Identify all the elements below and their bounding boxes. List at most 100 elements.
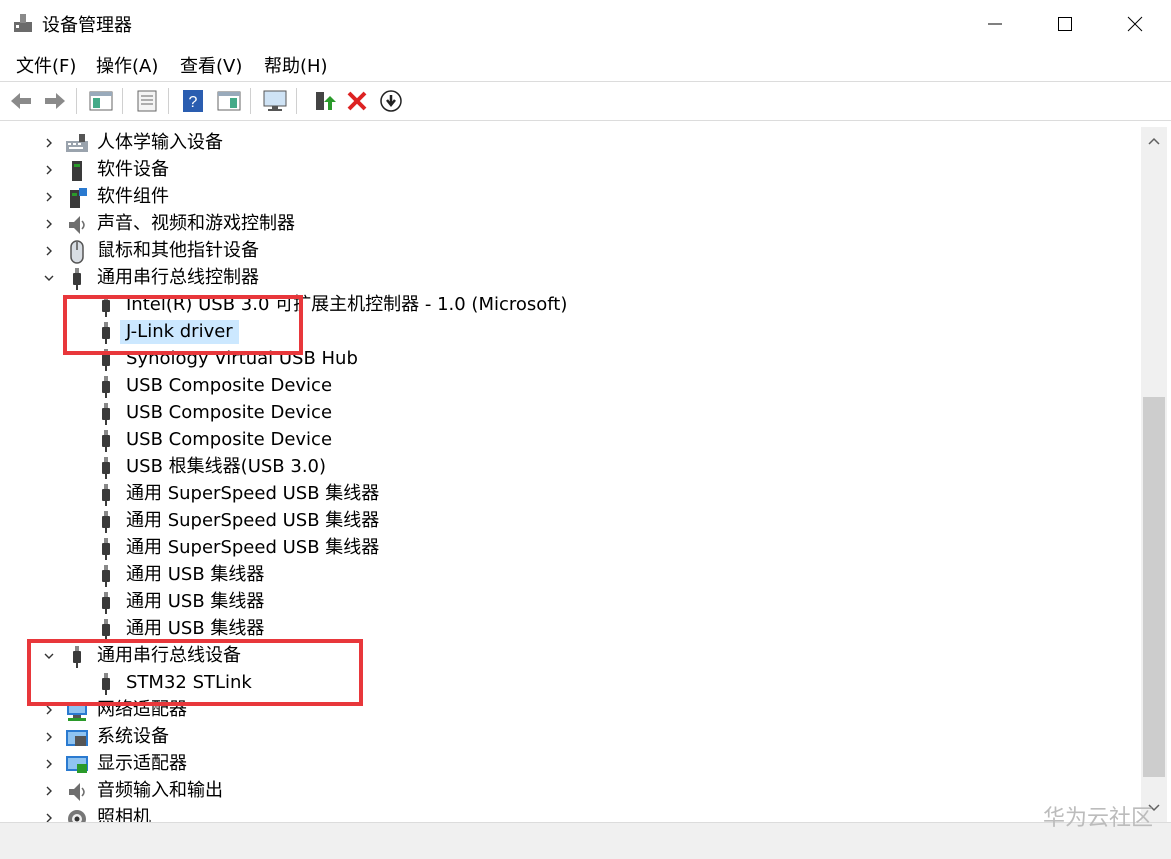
update-driver-icon (316, 92, 336, 110)
forward-arrow-icon (45, 93, 65, 109)
maximize-button[interactable] (1030, 0, 1100, 48)
device-tree: 人体学输入设备 软件设备软件组件 声音、视频和游戏控制器 鼠标和其他指针设备 通用串行总… (0, 127, 1140, 822)
menu-file[interactable]: 文件(F) (16, 52, 76, 78)
tree-category[interactable]: 通用串行总线控制器 (0, 265, 1140, 292)
tree-item-label: 通用串行总线控制器 (97, 267, 259, 288)
highlight-box-jlink (63, 295, 303, 355)
minimize-button[interactable] (960, 0, 1030, 48)
menu-help[interactable]: 帮助(H) (264, 52, 328, 78)
usb-icon (94, 537, 118, 561)
tree-device[interactable]: USB Composite Device (0, 373, 1140, 400)
software-component-icon (65, 186, 89, 210)
tree-device[interactable]: USB 根集线器(USB 3.0) (0, 454, 1140, 481)
toolbar-separator (122, 88, 123, 114)
view-icon (217, 91, 241, 111)
tree-item-label: 人体学输入设备 (97, 132, 223, 153)
scroll-up-icon (1148, 137, 1160, 145)
chevron-right-icon[interactable] (43, 758, 55, 770)
chevron-down-icon[interactable] (43, 272, 55, 284)
tree-item-label: 通用 USB 集线器 (126, 591, 265, 612)
chevron-right-icon[interactable] (43, 731, 55, 743)
status-bar (0, 822, 1171, 859)
toolbar-separator (250, 88, 251, 114)
tree-item-label: 通用 USB 集线器 (126, 564, 265, 585)
minimize-icon (988, 23, 1002, 25)
uninstall-icon (347, 91, 367, 111)
scroll-thumb[interactable] (1143, 397, 1165, 777)
menu-action[interactable]: 操作(A) (96, 52, 158, 78)
view-button[interactable] (216, 88, 242, 114)
toolbar-separator (168, 88, 169, 114)
back-button[interactable] (8, 88, 34, 114)
toolbar: ? (0, 81, 1171, 121)
disable-button[interactable] (378, 88, 404, 114)
tree-category[interactable]: 系统设备 (0, 724, 1140, 751)
chevron-right-icon[interactable] (43, 218, 55, 230)
tree-device[interactable]: 通用 USB 集线器 (0, 562, 1140, 589)
usb-icon (94, 429, 118, 453)
usb-icon (94, 375, 118, 399)
tree-item-label: USB Composite Device (126, 402, 333, 423)
chevron-right-icon[interactable] (43, 137, 55, 149)
tree-item-label: 通用 USB 集线器 (126, 618, 265, 639)
mouse-icon (65, 240, 89, 264)
display-icon (65, 753, 89, 777)
tree-category[interactable]: 软件组件 (0, 184, 1140, 211)
tree-category[interactable]: 软件设备 (0, 157, 1140, 184)
maximize-icon (1058, 17, 1072, 31)
close-button[interactable] (1100, 0, 1170, 48)
tree-item-label: 通用 SuperSpeed USB 集线器 (126, 510, 380, 531)
help-button[interactable]: ? (180, 88, 206, 114)
scan-hardware-icon (263, 90, 287, 111)
tree-item-label: 通用 SuperSpeed USB 集线器 (126, 483, 380, 504)
show-hide-tree-button[interactable] (88, 88, 114, 114)
tree-item-label: 照相机 (97, 807, 151, 822)
tree-category[interactable]: 音频输入和输出 (0, 778, 1140, 805)
tree-device[interactable]: 通用 SuperSpeed USB 集线器 (0, 508, 1140, 535)
device-manager-icon (14, 14, 32, 32)
tree-device[interactable]: 通用 SuperSpeed USB 集线器 (0, 481, 1140, 508)
tree-device[interactable]: 通用 SuperSpeed USB 集线器 (0, 535, 1140, 562)
tree-item-label: 通用 SuperSpeed USB 集线器 (126, 537, 380, 558)
tree-device[interactable]: 通用 USB 集线器 (0, 589, 1140, 616)
usb-icon (65, 267, 89, 291)
back-arrow-icon (11, 93, 31, 109)
audio-icon (65, 780, 89, 804)
close-icon (1127, 16, 1143, 32)
chevron-right-icon[interactable] (43, 191, 55, 203)
disable-icon (380, 90, 402, 112)
vertical-scrollbar[interactable] (1141, 127, 1167, 822)
tree-category[interactable]: 鼠标和其他指针设备 (0, 238, 1140, 265)
chevron-right-icon[interactable] (43, 785, 55, 797)
usb-icon (94, 564, 118, 588)
tree-device[interactable]: USB Composite Device (0, 400, 1140, 427)
title-bar: 设备管理器 (0, 0, 1171, 48)
scan-hardware-button[interactable] (262, 88, 288, 114)
tree-category[interactable]: 声音、视频和游戏控制器 (0, 211, 1140, 238)
tree-category[interactable]: 照相机 (0, 805, 1140, 822)
tree-item-label: 软件设备 (97, 159, 169, 180)
chevron-right-icon[interactable] (43, 164, 55, 176)
watermark: 华为云社区 (1042, 806, 1153, 831)
show-hide-tree-icon (89, 91, 113, 111)
tree-item-label: 系统设备 (97, 726, 169, 747)
properties-button[interactable] (134, 88, 160, 114)
uninstall-button[interactable] (344, 88, 370, 114)
hid-icon (65, 132, 89, 156)
tree-item-label: USB Composite Device (126, 375, 333, 396)
chevron-right-icon[interactable] (43, 812, 55, 822)
forward-button[interactable] (42, 88, 68, 114)
chevron-right-icon[interactable] (43, 245, 55, 257)
tree-item-label: USB 根集线器(USB 3.0) (126, 456, 327, 477)
window-title: 设备管理器 (42, 15, 132, 36)
highlight-box-stlink (27, 639, 363, 706)
usb-icon (94, 402, 118, 426)
tree-item-label: 音频输入和输出 (97, 780, 223, 801)
help-icon: ? (183, 90, 203, 112)
tree-category[interactable]: 人体学输入设备 (0, 130, 1140, 157)
usb-icon (94, 510, 118, 534)
tree-device[interactable]: USB Composite Device (0, 427, 1140, 454)
menu-view[interactable]: 查看(V) (180, 52, 242, 78)
tree-category[interactable]: 显示适配器 (0, 751, 1140, 778)
update-driver-button[interactable] (310, 88, 336, 114)
